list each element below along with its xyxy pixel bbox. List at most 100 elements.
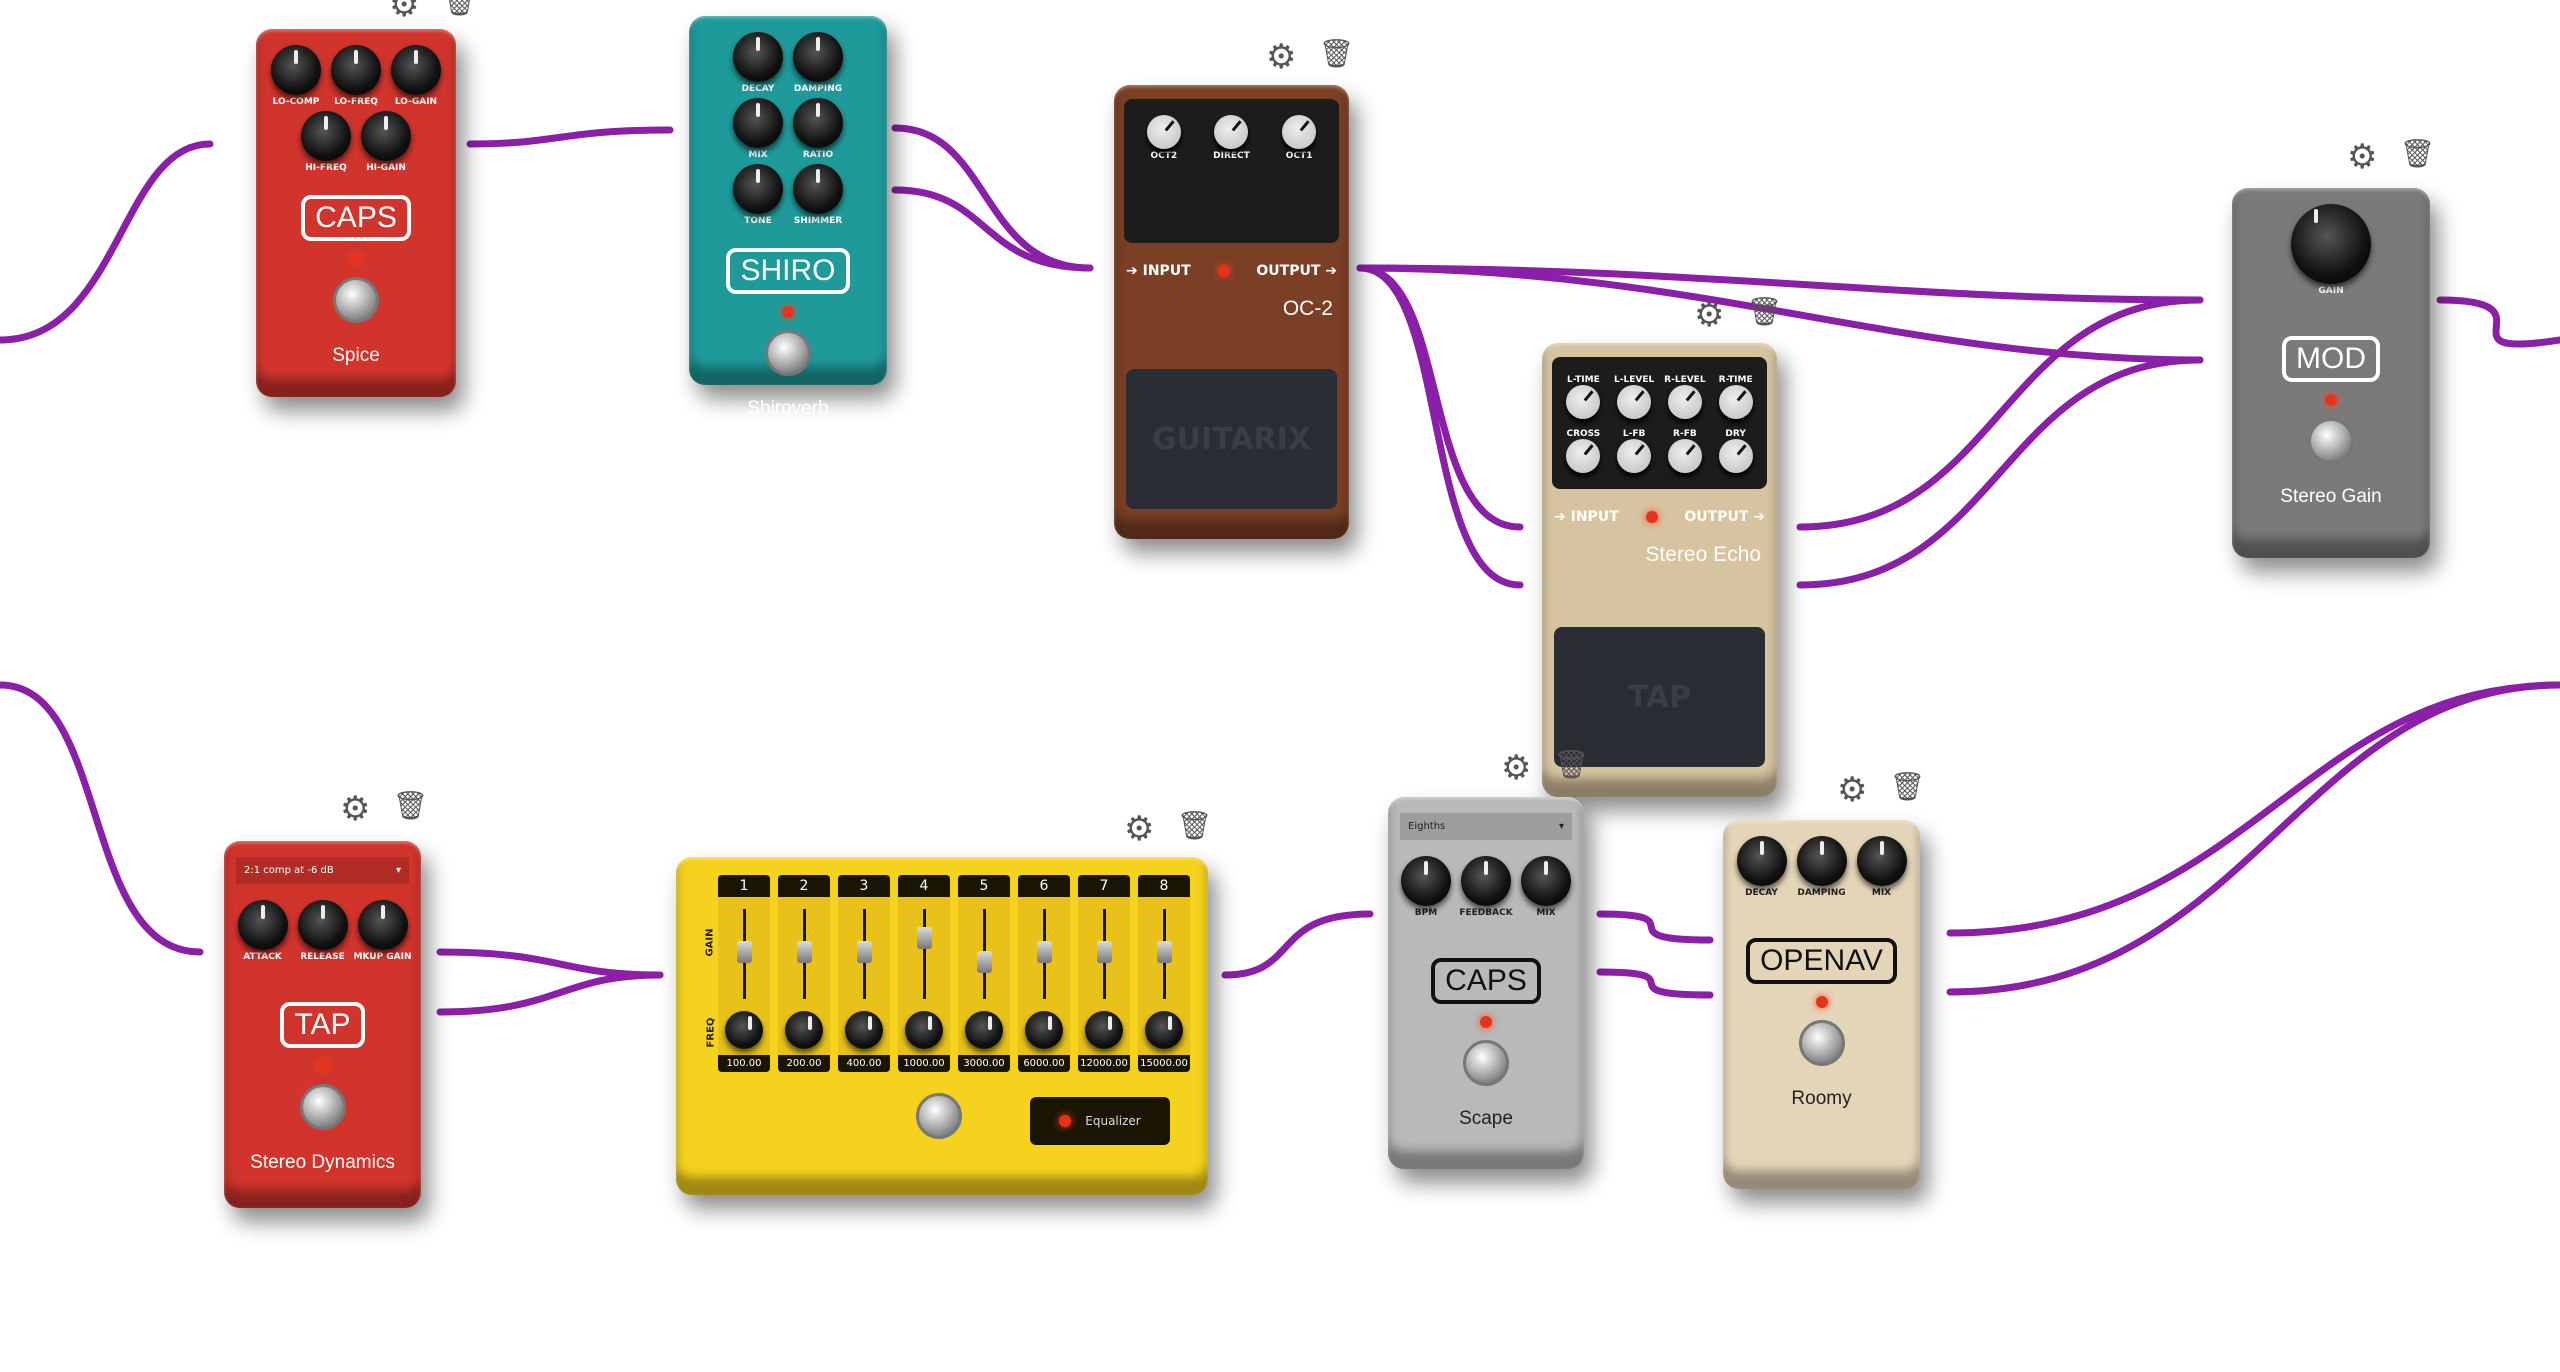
knob-dial[interactable] (1718, 385, 1753, 419)
knob-dial[interactable] (1617, 385, 1652, 419)
knob-dial[interactable] (1566, 385, 1601, 419)
gear-icon[interactable]: ⚙ (389, 0, 419, 22)
footswitch[interactable] (333, 277, 379, 323)
knob-dial[interactable] (793, 98, 843, 148)
pedal-mod[interactable]: GAIN MOD Stereo Gain (2232, 188, 2430, 558)
pedal-scape[interactable]: Eighths ▾ BPM FEEDBACK MIX CAPS Scape (1388, 797, 1584, 1169)
slider-handle[interactable] (976, 951, 992, 973)
slider-handle[interactable] (796, 940, 812, 963)
knob-dial[interactable] (361, 111, 411, 161)
knob-dial[interactable] (331, 45, 381, 95)
knob-ratio[interactable]: RATIO (792, 98, 844, 160)
trash-icon[interactable]: 🗑 (1889, 773, 1925, 807)
knob-dial[interactable] (1736, 836, 1787, 886)
knob-hi-gain[interactable]: HI-GAIN (360, 111, 412, 173)
knob-mix[interactable]: MIX (732, 98, 784, 160)
gain-slider[interactable] (1036, 909, 1052, 999)
knob-dial[interactable] (1667, 385, 1702, 419)
gain-slider[interactable] (1156, 909, 1172, 999)
trash-icon[interactable]: 🗑 (1553, 751, 1589, 785)
pedal-eq[interactable]: GAIN FREQ 1 100.00 2 200.00 3 400.00 4 1000.00 5 30… (676, 857, 1208, 1195)
trash-icon[interactable]: 🗑 (2399, 140, 2435, 174)
knob-r-fb[interactable]: R-FB (1660, 427, 1710, 473)
knob-hi-freq[interactable]: HI-FREQ (300, 111, 352, 173)
knob-dial[interactable] (793, 32, 843, 82)
slider-handle[interactable] (1096, 940, 1112, 963)
knob-dial[interactable] (297, 900, 348, 950)
slider-handle[interactable] (856, 940, 872, 963)
freq-knob[interactable] (905, 1011, 943, 1049)
gain-slider[interactable] (916, 909, 932, 999)
knob-release[interactable]: RELEASE (297, 900, 349, 962)
freq-knob[interactable] (725, 1011, 763, 1049)
knob-dial[interactable] (793, 164, 843, 214)
pedal-echo[interactable]: L-TIME L-LEVEL R-LEVEL R-TIME CROSS L-FB R-FB D… (1542, 343, 1777, 797)
knob-dial[interactable] (1667, 439, 1702, 473)
knob-lo-comp[interactable]: LO-COMP (270, 45, 322, 107)
knob-dial[interactable] (733, 98, 783, 148)
freq-knob[interactable] (1085, 1011, 1123, 1049)
footswitch[interactable] (1463, 1040, 1509, 1086)
knob-dial[interactable] (1214, 115, 1249, 149)
gear-icon[interactable]: ⚙ (2347, 140, 2377, 174)
gear-icon[interactable]: ⚙ (820, 0, 850, 4)
freq-knob[interactable] (785, 1011, 823, 1049)
preset-select[interactable]: 2:1 comp at -6 dB ▾ (236, 857, 409, 884)
knob-dial[interactable] (301, 111, 351, 161)
freq-knob[interactable] (1025, 1011, 1063, 1049)
knob-dial[interactable] (1282, 115, 1317, 149)
gear-icon[interactable]: ⚙ (1266, 40, 1296, 74)
knob-dial[interactable] (1401, 856, 1451, 906)
knob-l-time[interactable]: L-TIME (1558, 373, 1608, 419)
trash-icon[interactable]: 🗑 (392, 792, 428, 826)
trash-icon[interactable]: 🗑 (1746, 298, 1782, 332)
gear-icon[interactable]: ⚙ (1124, 812, 1154, 846)
knob-damping[interactable]: DAMPING (792, 32, 844, 94)
pedal-shiroverb[interactable]: DECAY DAMPING MIX RATIO TONE SHIMMER SHIRO Shir… (689, 16, 887, 419)
pedal-spice[interactable]: LO-COMP LO-FREQ LO-GAIN HI-FREQ HI-GAIN CAPS S… (256, 29, 456, 397)
knob-oct2[interactable]: OCT2 (1139, 115, 1189, 227)
knob-dial[interactable] (237, 900, 288, 950)
knob-gain[interactable]: GAIN (2286, 204, 2376, 296)
pedal-dyn[interactable]: 2:1 comp at -6 dB ▾ ATTACK RELEASE MKUP GAIN… (224, 841, 421, 1208)
knob-dial[interactable] (1796, 836, 1847, 886)
knob-dial[interactable] (1566, 439, 1601, 473)
knob-r-time[interactable]: R-TIME (1711, 373, 1761, 419)
footswitch[interactable] (299, 1084, 346, 1130)
slider-handle[interactable] (916, 926, 932, 949)
knob-dial[interactable] (2291, 204, 2371, 284)
knob-bpm[interactable]: BPM (1400, 856, 1452, 918)
knob-dial[interactable] (1718, 439, 1753, 473)
knob-attack[interactable]: ATTACK (237, 900, 289, 962)
gain-slider[interactable] (736, 909, 752, 999)
knob-mix[interactable]: MIX (1856, 836, 1908, 898)
trash-icon[interactable]: 🗑 (441, 0, 477, 22)
knob-mix[interactable]: MIX (1520, 856, 1572, 918)
footswitch[interactable] (916, 1093, 962, 1139)
knob-tone[interactable]: TONE (732, 164, 784, 226)
pedal-oc2[interactable]: OCT2 DIRECT OCT1 ➔ INPUT OUTPUT ➔ OC-2 GUITARI… (1114, 85, 1349, 539)
slider-handle[interactable] (1036, 940, 1052, 963)
gain-slider[interactable] (796, 909, 812, 999)
knob-cross[interactable]: CROSS (1558, 427, 1608, 473)
knob-damping[interactable]: DAMPING (1796, 836, 1848, 898)
gear-icon[interactable]: ⚙ (1837, 773, 1867, 807)
knob-oct1[interactable]: OCT1 (1274, 115, 1324, 227)
slider-handle[interactable] (1156, 940, 1172, 963)
trash-icon[interactable]: 🗑 (1176, 812, 1212, 846)
knob-direct[interactable]: DIRECT (1206, 115, 1256, 227)
freq-knob[interactable] (1145, 1011, 1183, 1049)
footswitch[interactable] (2308, 418, 2354, 464)
knob-lo-freq[interactable]: LO-FREQ (330, 45, 382, 107)
knob-decay[interactable]: DECAY (732, 32, 784, 94)
gear-icon[interactable]: ⚙ (1501, 751, 1531, 785)
gain-slider[interactable] (976, 909, 992, 999)
footswitch[interactable] (765, 330, 811, 376)
knob-decay[interactable]: DECAY (1736, 836, 1788, 898)
footswitch-pad[interactable]: TAP (1554, 627, 1765, 767)
knob-mkup-gain[interactable]: MKUP GAIN (353, 900, 412, 962)
gear-icon[interactable]: ⚙ (340, 792, 370, 826)
knob-dial[interactable] (1617, 439, 1652, 473)
gain-slider[interactable] (856, 909, 872, 999)
freq-knob[interactable] (845, 1011, 883, 1049)
